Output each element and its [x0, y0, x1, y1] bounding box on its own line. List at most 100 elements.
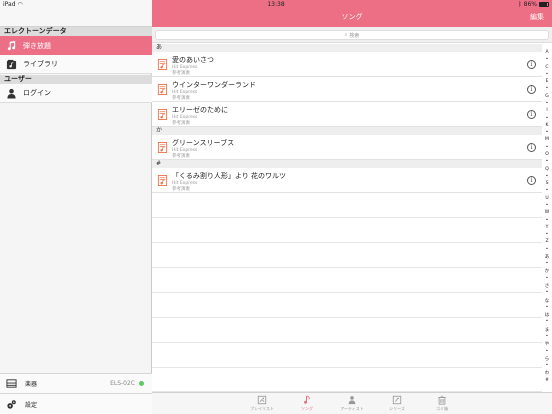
song-row[interactable]: 愛のあいさつ Hit Express 参考演奏 i [152, 52, 542, 77]
song-file-icon [157, 142, 168, 153]
tab-label: シリーズ [389, 406, 405, 411]
tab-songs[interactable]: ソング [287, 395, 327, 412]
section-index-header: # [152, 160, 542, 168]
index-letter[interactable]: E [542, 79, 552, 84]
tab-label: ソング [301, 406, 313, 411]
index-letter[interactable]: A [542, 50, 552, 55]
search-placeholder: 検索 [349, 32, 360, 39]
index-letter[interactable]: • [542, 218, 552, 223]
edit-button[interactable]: 編集 [530, 12, 544, 22]
search-input[interactable]: ⌕ 検索 [155, 30, 549, 40]
sidebar-item-library[interactable]: ライブラリ [0, 55, 152, 74]
app-root: iPad ◠ 13:38 ᛒ 86% エレクトーンデータ 弾き放題 ライブラリ … [0, 0, 552, 414]
instrument-row[interactable]: 楽器 ELS-02C [0, 373, 152, 393]
index-letter[interactable]: • [542, 86, 552, 91]
index-letter[interactable]: # [542, 378, 552, 383]
index-letter[interactable]: • [542, 349, 552, 354]
tab-bar: プレイリスト ソング アーティスト シリーズ ゴミ箱 [152, 392, 552, 414]
series-icon [392, 395, 402, 405]
index-letter[interactable]: • [542, 130, 552, 135]
index-letter[interactable]: K [542, 123, 552, 128]
empty-row [152, 268, 542, 293]
info-icon[interactable]: i [527, 85, 536, 94]
section-header-user: ユーザー [0, 75, 152, 84]
index-letter[interactable]: • [542, 203, 552, 208]
index-letter[interactable]: • [542, 159, 552, 164]
index-letter[interactable]: • [542, 72, 552, 77]
search-icon: ⌕ [344, 32, 348, 38]
section-header-electone: エレクトーンデータ [0, 27, 152, 36]
index-letter[interactable]: • [542, 247, 552, 252]
gear-icon [5, 398, 17, 410]
index-letter[interactable]: • [542, 57, 552, 62]
page-title: ソング [341, 13, 363, 21]
section-index-header: か [152, 127, 542, 135]
index-letter[interactable]: • [542, 188, 552, 193]
index-letter[interactable]: U [542, 196, 552, 201]
index-letter[interactable]: ら [542, 356, 552, 362]
index-letter[interactable]: や [542, 341, 552, 347]
music-note-icon [5, 40, 17, 52]
index-letter[interactable]: • [542, 305, 552, 310]
section-index-header: あ [152, 44, 542, 52]
index-letter[interactable]: • [542, 319, 552, 324]
search-bar: ⌕ 検索 [152, 27, 552, 43]
song-file-icon [157, 109, 168, 120]
sidebar-item-label: ログイン [23, 89, 51, 97]
index-letter[interactable]: • [542, 174, 552, 179]
info-icon[interactable]: i [527, 110, 536, 119]
song-title: ウインターワンダーランド [172, 81, 256, 89]
info-icon[interactable]: i [527, 143, 536, 152]
sidebar-item-login[interactable]: ログイン [0, 84, 152, 103]
battery-icon [539, 2, 549, 7]
index-letter[interactable]: Z [542, 239, 552, 244]
info-icon[interactable]: i [527, 60, 536, 69]
index-letter[interactable]: ま [542, 327, 552, 333]
index-letter[interactable]: わ [542, 370, 552, 376]
index-letter[interactable]: • [542, 145, 552, 150]
person-icon [5, 87, 17, 99]
song-row[interactable]: ウインターワンダーランド Hit Express 参考演奏 i [152, 77, 542, 102]
index-letter[interactable]: な [542, 298, 552, 304]
index-letter[interactable]: G [542, 94, 552, 99]
index-letter[interactable]: W [542, 210, 552, 215]
index-letter[interactable]: M [542, 137, 552, 142]
empty-row [152, 218, 542, 243]
song-row[interactable]: 「くるみ割り人形」より 花のワルツ Hit Express 参考演奏 i [152, 168, 542, 193]
battery-percent: 86% [523, 1, 537, 8]
sidebar-item-unlimited[interactable]: 弾き放題 [0, 36, 152, 55]
tab-label: ゴミ箱 [436, 406, 448, 411]
index-letter[interactable]: O [542, 152, 552, 157]
settings-row[interactable]: 設定 [0, 393, 152, 414]
index-letter[interactable]: か [542, 268, 552, 274]
index-letter[interactable]: C [542, 65, 552, 70]
index-letter[interactable]: S [542, 181, 552, 186]
index-letter[interactable]: • [542, 116, 552, 121]
index-letter[interactable]: • [542, 363, 552, 368]
index-letter[interactable]: Y [542, 225, 552, 230]
song-row[interactable]: グリーンスリーブス Hit Express 参考演奏 i [152, 135, 542, 160]
song-note: 参考演奏 [172, 71, 190, 76]
empty-row [152, 243, 542, 268]
song-row[interactable]: エリーゼのために Hit Express 参考演奏 i [152, 102, 542, 127]
index-letter[interactable]: • [542, 232, 552, 237]
index-letter[interactable]: • [542, 334, 552, 339]
section-index-bar[interactable]: A • C • E • G • I • K • M • O • Q • S • U • W • Y • Z • あ • か • さ • な • は • ま •… [542, 50, 552, 390]
info-icon[interactable]: i [527, 176, 536, 185]
song-file-icon [157, 175, 168, 186]
tab-artist[interactable]: アーティスト [332, 395, 372, 412]
index-letter[interactable]: • [542, 276, 552, 281]
song-file-icon [157, 84, 168, 95]
tab-playlist[interactable]: プレイリスト [242, 395, 282, 412]
tab-trash[interactable]: ゴミ箱 [422, 395, 462, 412]
index-letter[interactable]: あ [542, 254, 552, 260]
index-letter[interactable]: I [542, 108, 552, 113]
tab-series[interactable]: シリーズ [377, 395, 417, 412]
index-letter[interactable]: • [542, 290, 552, 295]
index-letter[interactable]: • [542, 101, 552, 106]
index-letter[interactable]: Q [542, 167, 552, 172]
index-letter[interactable]: さ [542, 283, 552, 289]
sidebar-item-label: ライブラリ [23, 60, 58, 68]
index-letter[interactable]: • [542, 261, 552, 266]
index-letter[interactable]: は [542, 312, 552, 318]
